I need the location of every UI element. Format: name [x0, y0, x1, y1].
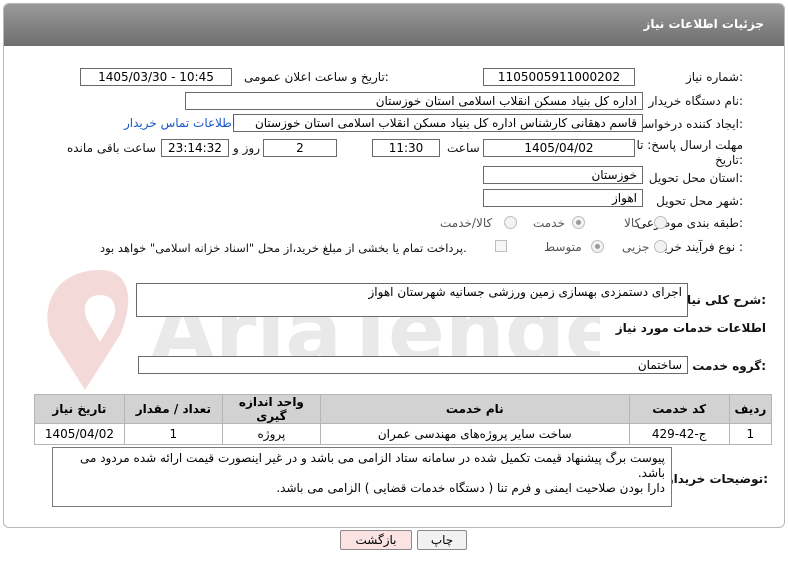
category-goods-radio[interactable] [654, 216, 667, 229]
purchase-partial-radio[interactable] [654, 240, 667, 253]
col-need-date: تاریخ نیاز [34, 394, 125, 424]
days-count-field: 2 [263, 139, 337, 157]
col-service-name: نام خدمت [319, 394, 630, 424]
treasury-payment-checkbox[interactable] [495, 240, 507, 252]
need-number-label: شماره نیاز: [685, 70, 743, 84]
cell-quantity: 1 [123, 423, 223, 445]
col-quantity: تعداد / مقدار [123, 394, 223, 424]
summary-field: اجرای دستمزدی بهسازی زمین ورزشی جسانیه ش… [136, 283, 688, 317]
deadline-label-date: تاریخ: [715, 153, 743, 167]
cell-service-code: ج-42-429 [628, 423, 730, 445]
province-label: استان محل تحویل: [648, 171, 743, 185]
col-row: ردیف [728, 394, 773, 424]
need-number-field: 1105005911000202 [483, 68, 635, 86]
remaining-time-field: 23:14:32 [161, 139, 229, 157]
table-row: 1405/04/02 1 پروژه ساخت سایر پروژه‌های م… [34, 423, 773, 445]
deadline-date-field: 1405/04/02 [483, 139, 635, 157]
city-field: اهواز [483, 189, 643, 207]
notes-label: توضیحات خریدار: [666, 472, 768, 486]
purchase-type-label: نوع فرآیند خرید : [658, 240, 743, 254]
panel-header: جزئیات اطلاعات نیاز [4, 4, 784, 46]
summary-label: شرح کلی نیاز: [680, 293, 766, 307]
category-service-radio[interactable] [572, 216, 585, 229]
services-title: اطلاعات خدمات مورد نیاز [615, 321, 766, 335]
announce-label: تاریخ و ساعت اعلان عمومی: [244, 70, 389, 84]
col-unit: واحد اندازه گیری [221, 394, 321, 424]
category-service-text: خدمت [533, 216, 565, 230]
category-goods-service-text: کالا/خدمت [440, 216, 493, 230]
deadline-label: مهلت ارسال پاسخ: تا [636, 138, 743, 152]
province-field: خوزستان [483, 166, 643, 184]
treasury-payment-note: پرداخت تمام یا بخشی از مبلغ خرید،از محل … [100, 241, 467, 255]
deadline-time-field: 11:30 [372, 139, 440, 157]
col-service-code: کد خدمت [628, 394, 730, 424]
category-goods-service-radio[interactable] [504, 216, 517, 229]
days-label: روز و [233, 141, 260, 155]
buyer-org-field: اداره کل بنیاد مسکن انقلاب اسلامی استان … [185, 92, 643, 110]
purchase-medium-text: متوسط [544, 240, 582, 254]
service-group-label: گروه خدمت: [692, 359, 766, 373]
purchase-partial-text: جزیی [622, 240, 650, 254]
category-label: طبقه بندی موضوعی: [636, 216, 743, 230]
service-group-field: ساختمان [138, 356, 688, 374]
panel-title: جزئیات اطلاعات نیاز [643, 17, 764, 31]
category-goods-text: کالا [624, 216, 641, 230]
remaining-label: ساعت باقی مانده [67, 141, 157, 155]
services-table: تاریخ نیاز تعداد / مقدار واحد اندازه گیر… [34, 394, 773, 445]
buyer-org-label: نام دستگاه خریدار: [648, 94, 744, 108]
announce-field: 1405/03/30 - 10:45 [80, 68, 232, 86]
cell-row: 1 [728, 423, 773, 445]
notes-field: پیوست برگ پیشنهاد قیمت تکمیل شده در ساما… [52, 447, 672, 507]
services-table-header: تاریخ نیاز تعداد / مقدار واحد اندازه گیر… [34, 394, 773, 424]
notes-line-1: پیوست برگ پیشنهاد قیمت تکمیل شده در ساما… [79, 451, 665, 480]
deadline-time-label: ساعت [447, 141, 480, 155]
contact-info-link[interactable]: اطلاعات تماس خریدار [124, 116, 235, 130]
creator-label: ایجاد کننده درخواست: [632, 117, 743, 131]
cell-unit: پروژه [221, 423, 321, 445]
cell-service-name: ساخت سایر پروژه‌های مهندسی عمران [319, 423, 630, 445]
cell-need-date: 1405/04/02 [34, 423, 125, 445]
city-label: شهر محل تحویل: [656, 194, 743, 208]
print-button[interactable]: چاپ [417, 530, 467, 550]
notes-line-2: دارا بودن صلاحیت ایمنی و فرم تنا ( دستگا… [276, 481, 665, 495]
back-button[interactable]: بازگشت [340, 530, 412, 550]
purchase-medium-radio[interactable] [591, 240, 604, 253]
creator-field: قاسم دهقانی کارشناس اداره کل بنیاد مسکن … [233, 114, 643, 132]
